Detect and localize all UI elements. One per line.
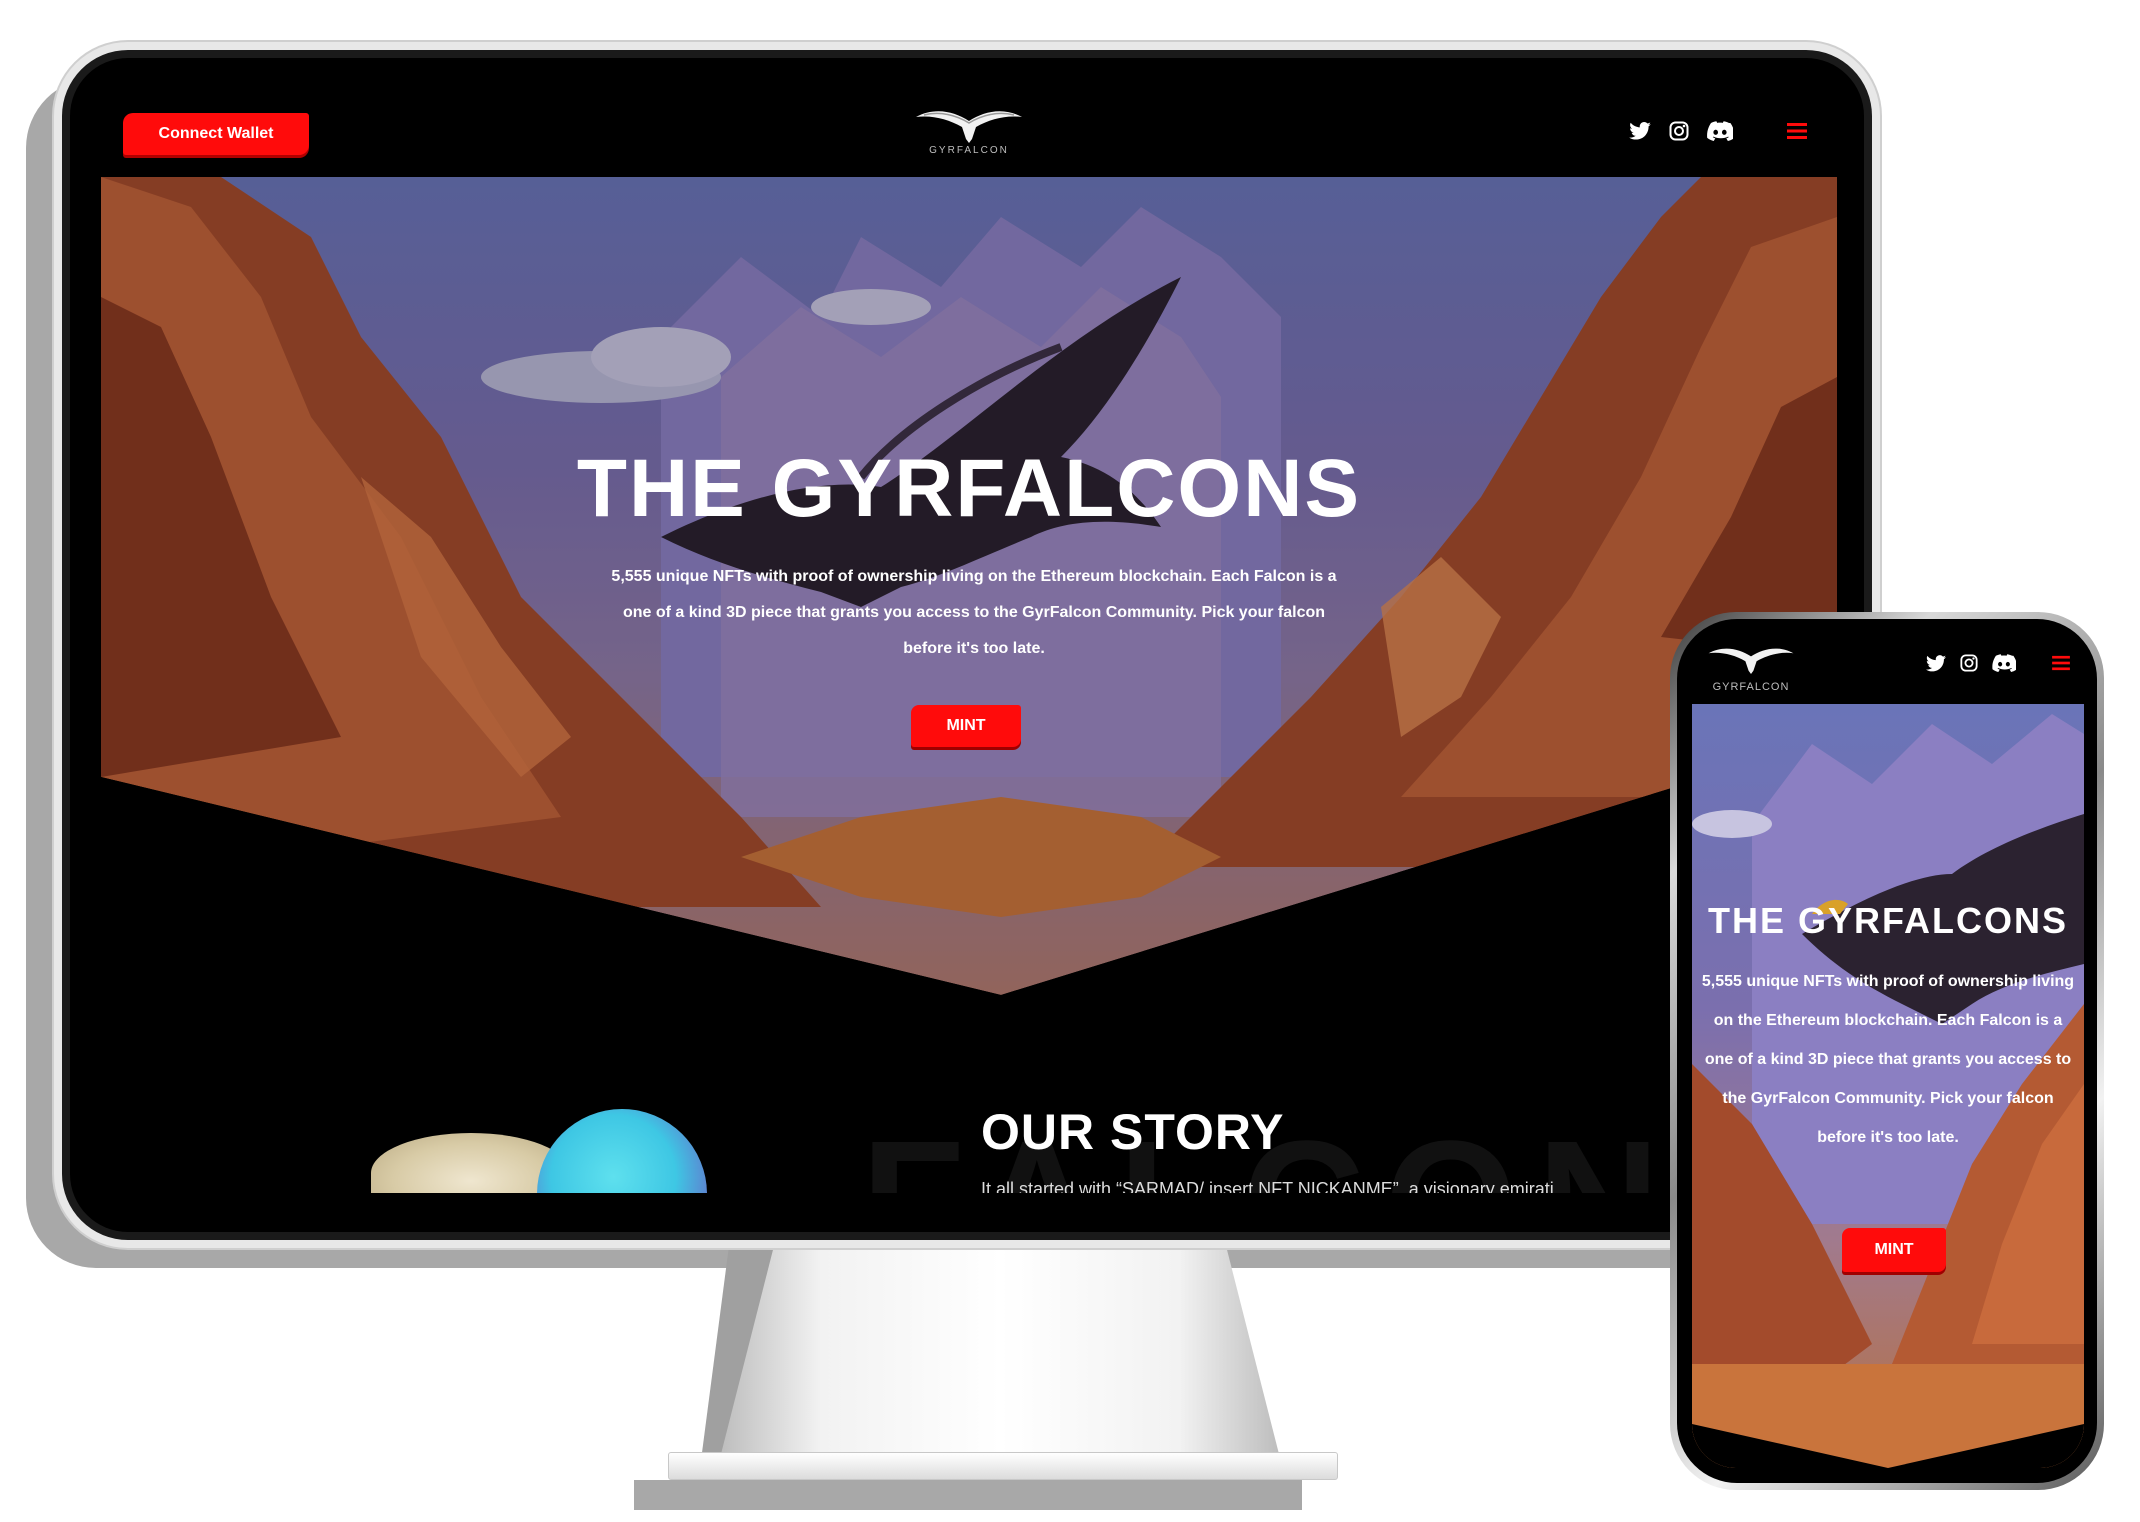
desktop-navbar: Connect Wallet GYRFALCON (101, 93, 1837, 177)
twitter-icon[interactable] (1926, 654, 1946, 672)
hamburger-menu-icon[interactable] (2052, 655, 2070, 671)
hamburger-menu-icon[interactable] (1787, 122, 1807, 140)
monitor-base (668, 1452, 1338, 1480)
instagram-icon[interactable] (1960, 654, 1978, 672)
mobile-navbar: GYRFALCON (1692, 634, 2084, 704)
mobile-screen: GYRFALCON THE GYRFALCONS 5,555 unique NF… (1692, 634, 2084, 1468)
connect-wallet-button[interactable]: Connect Wallet (123, 113, 309, 155)
mobile-logo-wordmark: GYRFALCON (1712, 681, 1790, 693)
logo-wordmark: GYRFALCON (929, 145, 1009, 156)
instagram-icon[interactable] (1669, 121, 1689, 141)
story-text: It all started with “SARMAD/ insert NFT … (981, 1179, 1554, 1193)
discord-icon[interactable] (1992, 654, 2016, 672)
hero-title: THE GYRFALCONS (576, 443, 1362, 534)
monitor-stand (720, 1238, 1280, 1458)
gyrfalcon-logo[interactable]: GYRFALCON (911, 103, 1027, 167)
mobile-mint-button[interactable]: MINT (1842, 1228, 1946, 1272)
mobile-gyrfalcon-logo[interactable]: GYRFALCON (1706, 642, 1796, 693)
desktop-hero: THE GYRFALCONS 5,555 unique NFTs with pr… (101, 177, 1837, 995)
hero-description: 5,555 unique NFTs with proof of ownershi… (611, 568, 1337, 657)
monitor-base-shadow (634, 1480, 1302, 1510)
falcon-logo-icon (1708, 648, 1794, 674)
desktop-screen: Connect Wallet GYRFALCON THE GYRFALCONS … (101, 93, 1837, 1193)
mobile-hero: THE GYRFALCONS 5,555 unique NFTs with pr… (1692, 704, 2084, 1468)
story-globe-image (537, 1109, 707, 1193)
mint-button[interactable]: MINT (911, 705, 1021, 747)
falcon-logo-icon (916, 111, 1022, 143)
desktop-social-links (1629, 121, 1807, 141)
mobile-hero-description: 5,555 unique NFTs with proof of ownershi… (1701, 973, 2075, 1146)
mobile-hero-title: THE GYRFALCONS (1707, 900, 2068, 941)
twitter-icon[interactable] (1629, 122, 1651, 140)
discord-icon[interactable] (1707, 121, 1733, 141)
story-title: OUR STORY (981, 1104, 1285, 1160)
mobile-social-links (1926, 654, 2070, 672)
